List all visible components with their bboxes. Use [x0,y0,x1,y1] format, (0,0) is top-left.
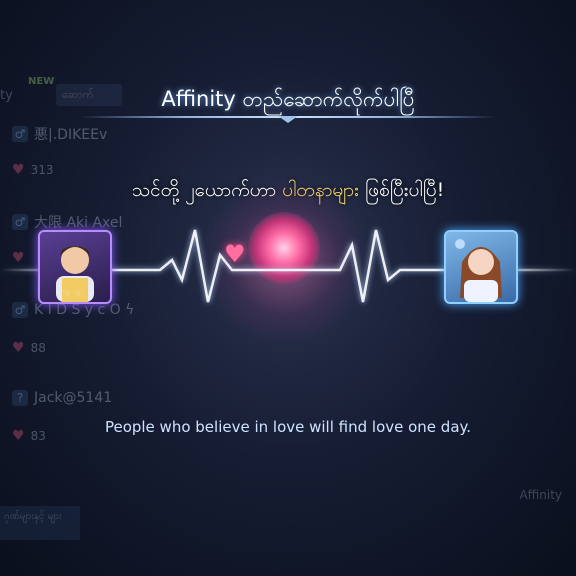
list-item-hearts: ♥ 88 [0,340,46,356]
avatar-girl-icon [455,239,502,302]
popup-title-bar: Affinity တည်ဆောက်လိုက်ပါပြီ [80,82,496,118]
list-item[interactable]: ♂ 悪|.DIKEEv [0,124,107,144]
list-item[interactable]: ? Jack@5141 [0,390,112,406]
player-avatar-right[interactable] [444,230,518,304]
gender-icon: ♂ [12,126,28,142]
player-name: 悪|.DIKEEv [34,127,108,143]
subtitle-text-end: ဖြစ်ပြီးပါပြီ! [358,179,445,201]
rank-stars-icon: ★★ [62,286,84,300]
list-item-hearts: ♥ 313 [0,162,53,178]
title-pointer-icon [278,116,298,123]
faded-label: ty [0,88,13,103]
love-quote: People who believe in love will find lov… [104,418,472,436]
heart-count: 313 [30,163,54,177]
popup-title: Affinity တည်ဆောက်လိုက်ပါပြီ [161,87,415,111]
player-name: Jack@5141 [34,390,113,406]
bottom-tab-button[interactable]: ဂုဏ်များနှင့် များ [0,506,80,540]
heart-icon: ♥ [224,240,246,268]
heart-count: 88 [30,341,46,355]
affinity-label: Affinity [519,488,562,502]
affinity-screen: NEW ty ဆောက် ♂ 悪|.DIKEEv ♥ 313 ♂ 大限 Aki … [0,0,576,576]
heart-icon: ♥ [12,162,25,178]
new-badge: NEW [28,76,55,87]
heart-icon: ♥ [12,340,25,356]
gender-icon: ? [12,390,28,406]
